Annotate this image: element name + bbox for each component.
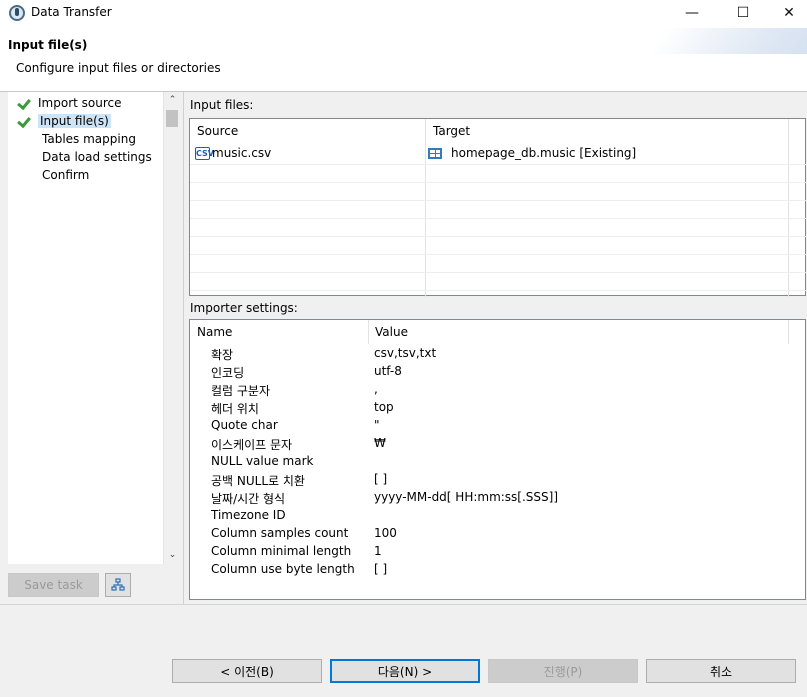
- setting-row[interactable]: Column minimal length 1: [190, 543, 805, 561]
- input-files-label: Input files:: [190, 98, 254, 112]
- setting-value: [ ]: [374, 562, 388, 576]
- maximize-button[interactable]: ☐: [720, 0, 766, 26]
- task-config-button[interactable]: [105, 573, 131, 597]
- nav-item-input-files[interactable]: Input file(s): [18, 112, 111, 129]
- row-divider: [190, 290, 807, 291]
- column-header-value[interactable]: Value: [368, 320, 788, 344]
- title-bar: Data Transfer — ☐ ✕: [0, 0, 807, 26]
- setting-name: 공백 NULL로 치환: [211, 474, 305, 488]
- scroll-down-icon[interactable]: ⌄: [164, 547, 181, 564]
- setting-name: Column samples count: [211, 526, 349, 540]
- target-table-name: homepage_db.music [Existing]: [451, 146, 637, 160]
- setting-value: yyyy-MM-dd[ HH:mm:ss[.SSS]]: [374, 490, 559, 504]
- column-divider: [368, 320, 369, 344]
- setting-row[interactable]: 이스케이프 문자 ₩: [190, 435, 805, 453]
- setting-name: 확장: [211, 348, 234, 362]
- column-divider: [788, 119, 789, 297]
- setting-row[interactable]: 인코딩 utf-8: [190, 363, 805, 381]
- setting-name: 인코딩: [211, 366, 245, 380]
- minimize-button[interactable]: —: [669, 0, 715, 26]
- setting-name: 이스케이프 문자: [211, 438, 293, 452]
- setting-row[interactable]: Quote char ": [190, 417, 805, 435]
- next-button[interactable]: 다음(N) >: [330, 659, 480, 683]
- setting-name: 헤더 위치: [211, 402, 259, 416]
- setting-value: 1: [374, 544, 382, 558]
- cancel-button[interactable]: 취소: [646, 659, 796, 683]
- row-divider: [190, 200, 807, 201]
- app-icon: [9, 5, 25, 21]
- setting-value: ₩: [374, 436, 386, 450]
- setting-row[interactable]: Column samples count 100: [190, 525, 805, 543]
- nav-item-label: Input file(s): [38, 113, 111, 128]
- window-title: Data Transfer: [31, 5, 112, 19]
- column-header-name[interactable]: Name: [190, 320, 368, 344]
- setting-value: csv,tsv,txt: [374, 346, 437, 360]
- setting-value: 100: [374, 526, 397, 540]
- nav-item-import-source[interactable]: Import source: [18, 94, 122, 111]
- setting-value: ,: [374, 382, 378, 396]
- page-description: Configure input files or directories: [16, 61, 221, 75]
- setting-value: top: [374, 400, 394, 414]
- target-cell: homepage_db.music [Existing]: [428, 146, 636, 160]
- check-icon: [18, 114, 32, 128]
- setting-name: 날짜/시간 형식: [211, 492, 286, 506]
- setting-row[interactable]: 확장 csv,tsv,txt: [190, 345, 805, 363]
- setting-name: Timezone ID: [211, 508, 286, 522]
- wizard-footer: < 이전(B) 다음(N) > 진행(P) 취소: [0, 604, 807, 697]
- setting-row[interactable]: Timezone ID: [190, 507, 805, 525]
- back-button[interactable]: < 이전(B): [172, 659, 322, 683]
- table-icon: [428, 147, 442, 159]
- page-title: Input file(s): [8, 38, 88, 52]
- setting-value: utf-8: [374, 364, 402, 378]
- setting-row[interactable]: 컬럼 구분자 ,: [190, 381, 805, 399]
- row-divider: [190, 218, 807, 219]
- nav-item-confirm[interactable]: Confirm: [42, 166, 89, 183]
- close-button[interactable]: ✕: [766, 0, 807, 26]
- setting-row[interactable]: NULL value mark: [190, 453, 805, 471]
- source-file-name: music.csv: [212, 146, 272, 160]
- nav-item-label: Confirm: [42, 167, 90, 182]
- column-divider: [788, 320, 789, 344]
- setting-row[interactable]: 공백 NULL로 치환 [ ]: [190, 471, 805, 489]
- importer-settings-table[interactable]: Name Value 확장 csv,tsv,txt 인코딩 utf-8 컬럼 구…: [189, 319, 806, 600]
- nav-item-label: Tables mapping: [42, 131, 136, 146]
- hierarchy-icon: [111, 578, 125, 591]
- setting-row[interactable]: 헤더 위치 top: [190, 399, 805, 417]
- source-cell: CSV music.csv: [195, 146, 271, 160]
- header-decoration: [647, 28, 807, 54]
- importer-settings-label: Importer settings:: [190, 301, 298, 315]
- setting-name: Column use byte length: [211, 562, 355, 576]
- input-files-table[interactable]: Source Target CSV music.csv homepage_db.…: [189, 118, 807, 297]
- setting-row[interactable]: 날짜/시간 형식 yyyy-MM-dd[ HH:mm:ss[.SSS]]: [190, 489, 805, 507]
- scrollbar-thumb[interactable]: [166, 110, 178, 127]
- check-icon: [18, 96, 32, 110]
- save-task-button[interactable]: Save task: [8, 573, 99, 597]
- wizard-steps-list: Import source Input file(s) Tables mappi…: [8, 92, 180, 564]
- setting-row[interactable]: Column use byte length [ ]: [190, 561, 805, 579]
- setting-name: Quote char: [211, 418, 278, 432]
- setting-name: 컬럼 구분자: [211, 384, 271, 398]
- finish-button[interactable]: 진행(P): [488, 659, 638, 683]
- table-row[interactable]: CSV music.csv homepage_db.music [Existin…: [190, 145, 788, 163]
- column-header-target[interactable]: Target: [426, 119, 806, 143]
- setting-value: ": [374, 418, 380, 432]
- nav-scrollbar[interactable]: ⌃ ⌄: [163, 92, 180, 564]
- setting-name: Column minimal length: [211, 544, 352, 558]
- row-divider: [190, 254, 807, 255]
- nav-item-data-load-settings[interactable]: Data load settings: [42, 148, 152, 165]
- setting-name: NULL value mark: [211, 454, 314, 468]
- csv-file-icon: CSV: [195, 146, 214, 160]
- nav-item-label: Data load settings: [42, 149, 152, 164]
- setting-value: [ ]: [374, 472, 388, 486]
- row-divider: [190, 164, 807, 165]
- nav-item-tables-mapping[interactable]: Tables mapping: [42, 130, 136, 147]
- wizard-header: Input file(s) Configure input files or d…: [0, 26, 807, 92]
- scroll-up-icon[interactable]: ⌃: [164, 92, 181, 109]
- row-divider: [190, 272, 807, 273]
- row-divider: [190, 182, 807, 183]
- panel-separator: [183, 92, 184, 604]
- nav-item-label: Import source: [38, 95, 122, 110]
- row-divider: [190, 236, 807, 237]
- column-header-source[interactable]: Source: [190, 119, 426, 143]
